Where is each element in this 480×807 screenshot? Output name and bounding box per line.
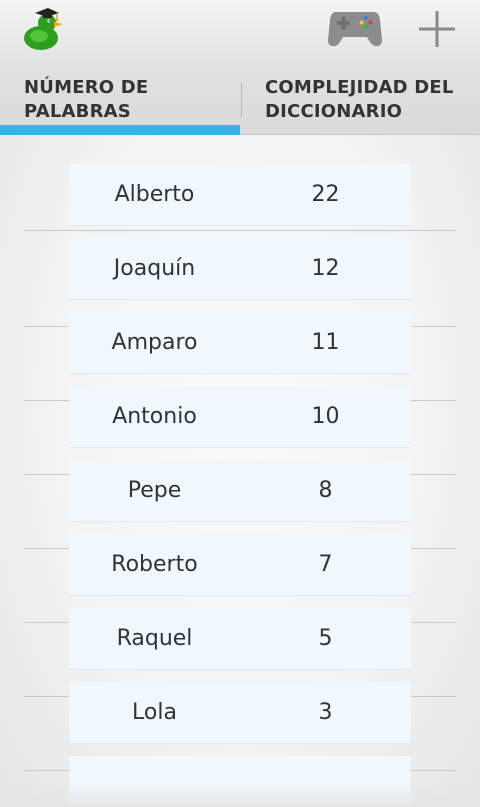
graduation-duck-icon[interactable] bbox=[18, 4, 68, 54]
ranking-entry[interactable]: Raquel 5 bbox=[69, 608, 411, 670]
list-item[interactable]: Joaquín 12 bbox=[24, 231, 456, 327]
tab-word-count[interactable]: NÚMERO DE PALABRAS bbox=[0, 60, 240, 135]
list-item[interactable]: Raquel 5 bbox=[24, 601, 456, 697]
ranking-entry[interactable]: Roberto 7 bbox=[69, 534, 411, 596]
ranking-entry[interactable]: Amparo 11 bbox=[69, 312, 411, 374]
list-item[interactable]: Amparo 11 bbox=[24, 305, 456, 401]
user-name: Joaquín bbox=[113, 256, 196, 281]
word-count: 5 bbox=[318, 626, 333, 651]
list-item[interactable]: Antonio 10 bbox=[24, 379, 456, 475]
user-name: Pepe bbox=[127, 478, 182, 503]
word-count: 11 bbox=[311, 330, 340, 355]
tab-word-count-label: NÚMERO DE PALABRAS bbox=[24, 77, 149, 122]
ranking-entry[interactable]: Pepe 8 bbox=[69, 460, 411, 522]
word-count: 22 bbox=[311, 182, 340, 207]
word-count: 7 bbox=[318, 552, 333, 577]
list-item[interactable]: Lola 3 bbox=[24, 675, 456, 771]
action-bar bbox=[0, 0, 480, 60]
ranking-entry[interactable]: Alberto 22 bbox=[69, 164, 411, 226]
ranking-entry[interactable]: Joaquín 12 bbox=[69, 238, 411, 300]
ranking-panel[interactable]: Alberto 22 Joaquín 12 Amparo 11 Antonio 10 Pepe 8… bbox=[0, 135, 480, 807]
user-name: Alberto bbox=[114, 182, 195, 207]
tab-bar: NÚMERO DE PALABRAS COMPLEJIDAD DEL DICCI… bbox=[0, 60, 480, 135]
word-count: 3 bbox=[318, 700, 333, 725]
user-name: Amparo bbox=[111, 330, 198, 355]
user-name: Lola bbox=[132, 700, 177, 725]
ranking-entry[interactable]: Antonio 10 bbox=[69, 386, 411, 448]
list-item[interactable]: Roberto 7 bbox=[24, 527, 456, 623]
tab-dictionary-complexity-label: COMPLEJIDAD DEL DICCIONARIO bbox=[265, 77, 454, 122]
plus-icon[interactable] bbox=[416, 8, 458, 50]
user-name: Raquel bbox=[116, 626, 193, 651]
word-count: 8 bbox=[318, 478, 333, 503]
list-item[interactable]: Alberto 22 bbox=[24, 135, 456, 231]
word-count: 12 bbox=[311, 256, 340, 281]
list-item[interactable]: Pepe 8 bbox=[24, 453, 456, 549]
tab-dictionary-complexity[interactable]: COMPLEJIDAD DEL DICCIONARIO bbox=[240, 60, 480, 135]
selected-tab-indicator bbox=[0, 125, 240, 135]
scroll-fade bbox=[0, 783, 480, 807]
gamepad-icon[interactable] bbox=[326, 6, 384, 50]
user-name: Roberto bbox=[111, 552, 198, 577]
user-name: Antonio bbox=[112, 404, 197, 429]
ranking-entry[interactable]: Lola 3 bbox=[69, 682, 411, 744]
word-count: 10 bbox=[311, 404, 340, 429]
